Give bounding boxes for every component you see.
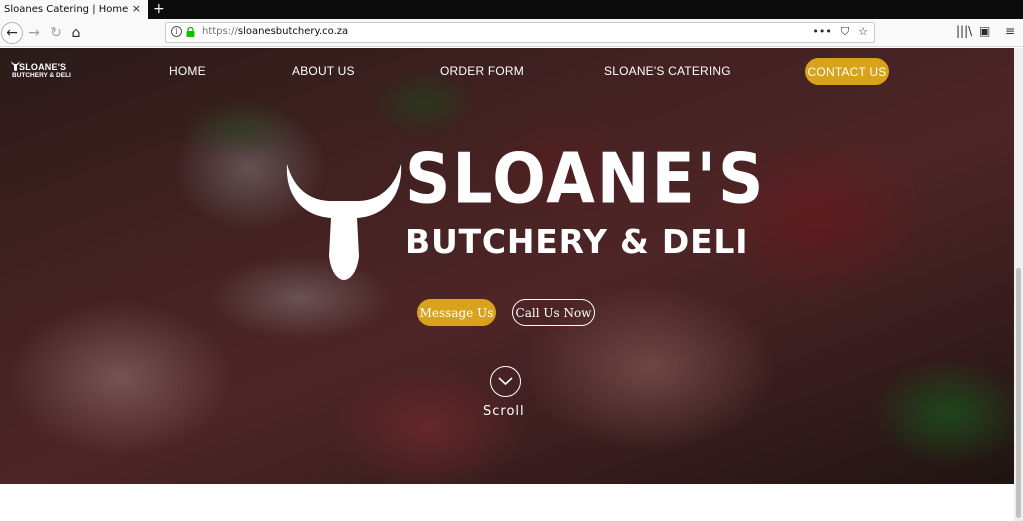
menu-hamburger-icon[interactable]: ≡ [1005, 24, 1015, 38]
home-icon[interactable]: ⌂ [65, 22, 87, 44]
pocket-icon[interactable]: ⛉ [841, 25, 849, 39]
reload-icon[interactable]: ↻ [45, 22, 67, 44]
page-actions-icon[interactable]: ••• [812, 25, 831, 39]
tab-title: Sloanes Catering | Home [4, 4, 129, 15]
bull-head-icon [286, 164, 402, 280]
scroll-label: Scroll [483, 404, 525, 419]
menu-item-about-us[interactable]: ABOUT US [292, 64, 355, 78]
scrollbar-thumb[interactable] [1016, 268, 1021, 518]
scroll-down-button[interactable] [490, 366, 521, 397]
tab-close-icon[interactable]: × [132, 2, 141, 15]
hero-subtitle: BUTCHERY & DELI [405, 222, 749, 261]
lock-icon [186, 27, 195, 37]
menu-item-home[interactable]: HOME [169, 64, 206, 78]
back-arrow-icon[interactable]: ← [1, 22, 23, 44]
chevron-down-icon [498, 377, 513, 386]
library-icon[interactable]: |||\ [956, 24, 972, 38]
menu-item-sloanes-catering[interactable]: SLOANE'S CATERING [604, 64, 731, 78]
info-icon[interactable]: i [171, 26, 182, 37]
contact-us-button[interactable]: CONTACT US [805, 58, 889, 85]
sidebar-icon[interactable]: ▣ [979, 24, 990, 38]
forward-arrow-icon[interactable]: → [23, 22, 45, 44]
browser-tab-active[interactable]: Sloanes Catering | Home × [0, 0, 148, 19]
bookmark-star-icon[interactable]: ☆ [858, 25, 868, 39]
message-us-button[interactable]: Message Us [417, 299, 496, 326]
hero-section: SLOANE'S BUTCHERY & DELI HOME ABOUT US O… [0, 48, 1014, 484]
url-bar[interactable]: i https://sloanesbutchery.co.za ••• ⛉ ☆ [165, 22, 875, 43]
site-logo[interactable]: SLOANE'S BUTCHERY & DELI [11, 61, 71, 81]
page-scrollbar[interactable] [1014, 48, 1023, 521]
menu-item-order-form[interactable]: ORDER FORM [440, 64, 524, 78]
call-us-now-button[interactable]: Call Us Now [512, 299, 595, 326]
logo-text-line2: BUTCHERY & DELI [12, 72, 71, 79]
hero-title: SLOANE'S [405, 138, 766, 220]
url-text[interactable]: https://sloanesbutchery.co.za [202, 26, 348, 37]
logo-text-line1: SLOANE'S [19, 62, 67, 72]
url-actions: ••• ⛉ ☆ [812, 25, 868, 39]
browser-toolbar: ← → ↻ ⌂ i https://sloanesbutchery.co.za … [0, 19, 1023, 47]
new-tab-icon[interactable]: + [153, 0, 165, 18]
browser-tab-strip: Sloanes Catering | Home × + [0, 0, 1023, 19]
url-domain: sloanesbutchery.co.za [237, 26, 349, 37]
page-viewport: SLOANE'S BUTCHERY & DELI HOME ABOUT US O… [0, 48, 1014, 521]
url-protocol: https:// [202, 26, 238, 37]
